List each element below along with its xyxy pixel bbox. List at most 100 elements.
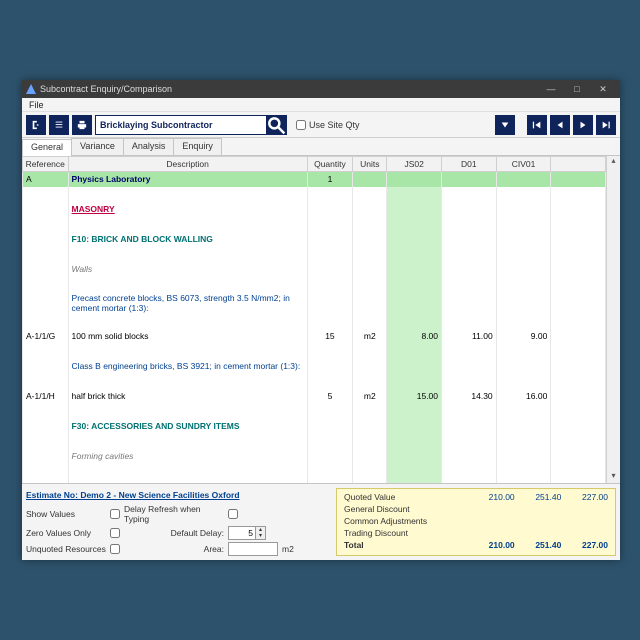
delay-spinner[interactable]: ▴▾ bbox=[228, 526, 266, 540]
cell[interactable] bbox=[68, 314, 307, 329]
nav-prev-button[interactable] bbox=[550, 115, 570, 135]
cell[interactable] bbox=[23, 187, 69, 202]
area-input[interactable] bbox=[228, 542, 278, 556]
cell[interactable] bbox=[387, 449, 442, 464]
cell[interactable] bbox=[307, 359, 353, 374]
cell[interactable]: Forming cavities bbox=[68, 449, 307, 464]
cell[interactable] bbox=[387, 344, 442, 359]
cell[interactable] bbox=[23, 247, 69, 262]
cell[interactable] bbox=[353, 172, 387, 187]
cell[interactable] bbox=[551, 434, 606, 449]
tab-enquiry[interactable]: Enquiry bbox=[173, 138, 222, 155]
cell[interactable] bbox=[551, 314, 606, 329]
table-row[interactable] bbox=[23, 404, 606, 419]
cell[interactable] bbox=[551, 464, 606, 479]
cell[interactable]: Class B engineering bricks, BS 3921; in … bbox=[68, 359, 307, 374]
estimate-link[interactable]: Estimate No: Demo 2 - New Science Facili… bbox=[26, 488, 328, 502]
cell[interactable] bbox=[387, 359, 442, 374]
cell[interactable] bbox=[23, 404, 69, 419]
print-button[interactable] bbox=[72, 115, 92, 135]
table-row[interactable] bbox=[23, 434, 606, 449]
cell[interactable] bbox=[353, 292, 387, 314]
cell[interactable] bbox=[551, 262, 606, 277]
cell[interactable] bbox=[551, 479, 606, 484]
table-row[interactable]: Form cavity to hollow wall: bbox=[23, 479, 606, 484]
cell[interactable] bbox=[551, 187, 606, 202]
col-reference[interactable]: Reference bbox=[23, 157, 69, 172]
cell[interactable] bbox=[442, 202, 497, 217]
cell[interactable] bbox=[307, 217, 353, 232]
vertical-scrollbar[interactable]: ▴ ▾ bbox=[606, 156, 620, 483]
cell[interactable] bbox=[496, 172, 551, 187]
cell[interactable] bbox=[387, 277, 442, 292]
tab-variance[interactable]: Variance bbox=[71, 138, 124, 155]
search-input[interactable] bbox=[96, 116, 266, 134]
cell[interactable] bbox=[551, 404, 606, 419]
cell[interactable]: F10: BRICK AND BLOCK WALLING bbox=[68, 232, 307, 247]
cell[interactable] bbox=[387, 464, 442, 479]
cell[interactable] bbox=[23, 277, 69, 292]
cell[interactable] bbox=[307, 479, 353, 484]
cell[interactable] bbox=[442, 464, 497, 479]
cell[interactable] bbox=[23, 449, 69, 464]
unquoted-check[interactable] bbox=[110, 544, 120, 554]
table-row[interactable] bbox=[23, 314, 606, 329]
cell[interactable] bbox=[68, 277, 307, 292]
nav-next-button[interactable] bbox=[573, 115, 593, 135]
cell[interactable] bbox=[307, 404, 353, 419]
cell[interactable] bbox=[387, 232, 442, 247]
cell[interactable] bbox=[68, 434, 307, 449]
minimize-button[interactable]: — bbox=[538, 82, 564, 96]
cell[interactable] bbox=[442, 434, 497, 449]
cell[interactable]: Walls bbox=[68, 262, 307, 277]
show-values-check[interactable] bbox=[110, 509, 120, 519]
col-description[interactable]: Description bbox=[68, 157, 307, 172]
cell[interactable] bbox=[307, 202, 353, 217]
nav-first-button[interactable] bbox=[527, 115, 547, 135]
cell[interactable] bbox=[387, 292, 442, 314]
cell[interactable] bbox=[307, 262, 353, 277]
cell[interactable] bbox=[353, 479, 387, 484]
cell[interactable] bbox=[551, 292, 606, 314]
table-row[interactable]: Class B engineering bricks, BS 3921; in … bbox=[23, 359, 606, 374]
cell[interactable] bbox=[23, 292, 69, 314]
cell[interactable] bbox=[387, 419, 442, 434]
tab-general[interactable]: General bbox=[22, 139, 72, 156]
cell[interactable] bbox=[442, 419, 497, 434]
cell[interactable] bbox=[353, 247, 387, 262]
scroll-up-arrow[interactable]: ▴ bbox=[607, 156, 620, 168]
cell[interactable] bbox=[68, 217, 307, 232]
cell[interactable] bbox=[496, 434, 551, 449]
cell[interactable] bbox=[307, 292, 353, 314]
cell[interactable]: MASONRY bbox=[68, 202, 307, 217]
cell[interactable] bbox=[442, 172, 497, 187]
scroll-down-arrow[interactable]: ▾ bbox=[607, 471, 620, 483]
close-button[interactable]: ✕ bbox=[590, 82, 616, 96]
cell[interactable] bbox=[496, 479, 551, 484]
cell[interactable] bbox=[23, 359, 69, 374]
cell[interactable] bbox=[551, 172, 606, 187]
cell[interactable] bbox=[68, 344, 307, 359]
cell[interactable] bbox=[442, 359, 497, 374]
cell[interactable] bbox=[23, 479, 69, 484]
cell[interactable] bbox=[551, 202, 606, 217]
cell[interactable]: 5 bbox=[307, 389, 353, 404]
cell[interactable] bbox=[353, 217, 387, 232]
col-quantity[interactable]: Quantity bbox=[307, 157, 353, 172]
cell[interactable] bbox=[551, 449, 606, 464]
cell[interactable] bbox=[551, 359, 606, 374]
zero-values-check[interactable] bbox=[110, 528, 120, 538]
cell[interactable] bbox=[442, 344, 497, 359]
cell[interactable] bbox=[496, 374, 551, 389]
cell[interactable] bbox=[442, 374, 497, 389]
col-units[interactable]: Units bbox=[353, 157, 387, 172]
cell[interactable] bbox=[551, 277, 606, 292]
table-row[interactable] bbox=[23, 374, 606, 389]
cell[interactable] bbox=[496, 202, 551, 217]
table-row[interactable]: APhysics Laboratory1 bbox=[23, 172, 606, 187]
table-row[interactable] bbox=[23, 277, 606, 292]
cell[interactable] bbox=[387, 187, 442, 202]
table-row[interactable]: A-1/1/Hhalf brick thick5m215.0014.3016.0… bbox=[23, 389, 606, 404]
cell[interactable] bbox=[23, 464, 69, 479]
cell[interactable] bbox=[442, 217, 497, 232]
